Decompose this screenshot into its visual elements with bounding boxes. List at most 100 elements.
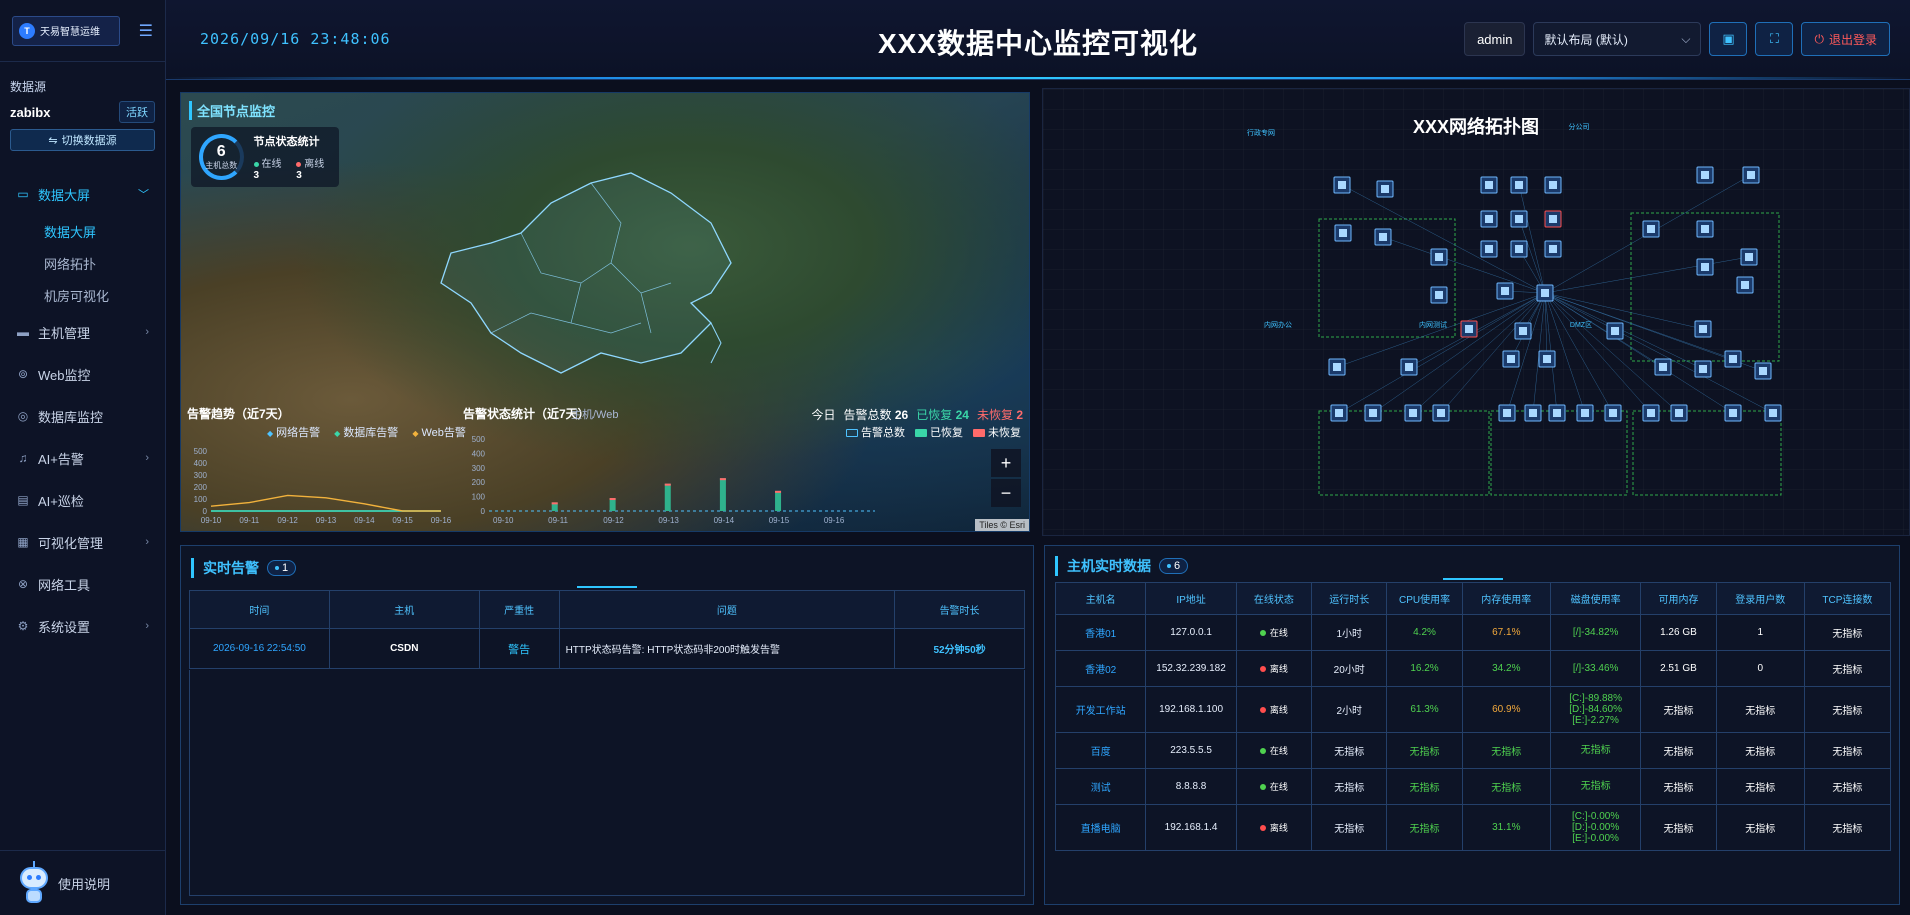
node-status-legend: 在线 3 离线 3 [253,155,332,181]
fullscreen-button[interactable]: ⛶ [1755,22,1794,56]
column-header[interactable]: 登录用户数 [1715,582,1805,615]
database-icon: ◎ [17,409,29,423]
online-count: 3 [253,170,260,181]
sidebar-item-visual-mgmt[interactable]: ▦ 可视化管理 › [0,521,165,563]
sidebar-item-ai-alert[interactable]: ♫ AI+告警 › [0,437,165,479]
host-status: 在线 [1235,768,1313,805]
device-glyph-icon [1338,181,1346,189]
host-login-users: 无指标 [1715,804,1805,851]
alerts-count-badge: 1 [267,560,297,576]
datasource-label: 数据源 [10,80,47,94]
sidebar-item-dashboard[interactable]: ▭ 数据大屏 ﹀ [0,173,165,215]
bell-icon: ♫ [18,451,28,465]
submenu-item-datacenter[interactable]: 机房可视化 [0,279,165,311]
column-header[interactable]: 在线状态 [1235,582,1313,615]
table-row[interactable]: 百度 223.5.5.5 在线 无指标 无指标 无指标 无指标 无指标 无指标 无指标 [1054,732,1892,769]
offline-legend: 离线 3 [296,155,331,181]
x-tick-label: 09-15 [769,516,790,525]
unrecovered-bar[interactable] [775,490,782,493]
column-header[interactable]: 时间 [189,590,330,629]
legend-recovered[interactable]: 已恢复 [915,424,963,440]
logo-mark-icon: T [19,22,35,39]
logo: T 天易智慧运维 [12,15,120,46]
y-tick-label: 400 [194,459,208,468]
user-button[interactable]: admin [1464,22,1526,56]
alerts-table-empty-area [189,670,1025,896]
offline-label: 离线 [304,159,325,170]
host-login-users: 1 [1715,614,1805,651]
sidebar-item-ai-inspect[interactable]: ▤ AI+巡检 [0,479,165,521]
unrecovered-bar[interactable] [719,478,726,481]
device-glyph-icon [1741,281,1749,289]
robot-assistant-icon[interactable] [16,861,52,905]
table-row[interactable]: 开发工作站 192.168.1.100 离线 2小时 61.3% 60.9% [C:]-89… [1054,686,1892,733]
layout-edit-button[interactable]: ▣ [1709,22,1748,56]
header-actions: admin 默认布局 (默认) ⌵ ▣ ⛶ ⏻ 退出登录 [1464,22,1890,56]
host-memory: 34.2% [1461,650,1551,687]
host-total-label: 主机总数 [205,160,238,170]
topology-panel[interactable]: XXX网络拓扑图 行政专网分公司内网办公内网测试DMZ区 [1042,88,1910,536]
column-header[interactable]: 磁盘使用率 [1549,582,1642,615]
column-header[interactable]: IP地址 [1145,582,1237,615]
recovered-bar[interactable] [775,490,782,511]
column-header[interactable]: CPU使用率 [1386,582,1463,615]
table-row[interactable]: 直播电脑 192.168.1.4 离线 无指标 无指标 31.1% [C:]-0.00% [D… [1054,804,1892,851]
unrecovered-bar[interactable] [551,502,558,505]
recovered-bar[interactable] [719,478,726,511]
topology-group-label: 内网办公 [1264,320,1292,329]
table-row[interactable]: 2026-09-16 22:54:50 CSDN 警告 HTTP状态码告警: H… [189,628,1025,669]
help-label: 使用说明 [58,876,111,892]
sidebar-item-network-tools[interactable]: ⊗ 网络工具 [0,563,165,605]
logout-button[interactable]: ⏻ 退出登录 [1801,22,1890,56]
topology-link [1518,184,1546,294]
datasource-status-badge: 活跃 [119,101,155,123]
column-header[interactable]: 主机名 [1054,582,1147,615]
sidebar-item-web[interactable]: ⊚ Web监控 [0,353,165,395]
chevron-right-icon: › [145,536,149,548]
today-total: 告警总数 26 [843,408,909,422]
submenu-item-dashboard[interactable]: 数据大屏 [0,215,165,247]
help-link[interactable]: 使用说明 [0,850,166,915]
column-header[interactable]: 严重性 [478,590,560,629]
column-header[interactable]: 告警时长 [894,590,1025,629]
column-header[interactable]: 内存使用率 [1461,582,1551,615]
column-header[interactable]: TCP连接数 [1803,582,1892,615]
recovered-bar[interactable] [664,483,671,511]
table-row[interactable]: 香港02 152.32.239.182 离线 20小时 16.2% 34.2% [/]-33… [1054,650,1892,687]
menu-collapse-icon[interactable]: ☰ [139,21,153,41]
switch-datasource-button[interactable]: ⇋ 切换数据源 [10,129,155,151]
column-header[interactable]: 运行时长 [1311,582,1388,615]
sidebar-item-label: 主机管理 [38,325,91,341]
sidebar-item-hosts[interactable]: ▬ 主机管理 › [0,311,165,353]
x-tick-label: 09-10 [493,516,514,525]
host-memory: 60.9% [1461,686,1551,733]
table-row[interactable]: 测试 8.8.8.8 在线 无指标 无指标 无指标 无指标 无指标 无指标 无指标 [1054,768,1892,805]
unrecovered-bar[interactable] [609,498,616,501]
map-panel[interactable]: 全国节点监控 6 主机总数 节点状态统计 在线 3 离线 3 告警趋势（近7天）… [180,92,1030,532]
device-glyph-icon [1647,225,1655,233]
host-status: 在线 [1235,732,1313,769]
column-header[interactable]: 问题 [558,590,896,629]
alarm-chart: 0 100 200 300 400 500 09-10 09-11 09-12 09-13 09-1… [472,435,875,525]
sidebar-item-database[interactable]: ◎ 数据库监控 [0,395,165,437]
column-header[interactable]: 可用内存 [1640,582,1717,615]
x-tick-label: 09-10 [201,516,222,525]
topology-link [1544,292,1652,414]
topology-link [1544,292,1734,414]
device-glyph-icon [1609,409,1617,417]
table-row[interactable]: 香港01 127.0.0.1 在线 1小时 4.2% 67.1% [/]-34.82% 1.2… [1054,614,1892,651]
submenu-item-topology[interactable]: 网络拓扑 [0,247,165,279]
sidebar-item-settings[interactable]: ⚙ 系统设置 › [0,605,165,647]
host-disk: [/]-34.82% [1549,614,1642,651]
chevron-right-icon: › [145,326,149,338]
legend-unrecovered[interactable]: 未恢复 [973,424,1021,440]
zoom-in-button[interactable]: + [991,449,1021,477]
column-header[interactable]: 主机 [328,590,480,629]
datasource-row: zabibx 活跃 [0,101,165,123]
device-glyph-icon [1485,245,1493,253]
unrecovered-bar[interactable] [664,483,671,486]
zoom-out-button[interactable]: − [991,479,1021,507]
device-glyph-icon [1647,409,1655,417]
layout-select[interactable]: 默认布局 (默认) ⌵ [1533,22,1702,56]
host-tcp: 无指标 [1803,804,1892,851]
